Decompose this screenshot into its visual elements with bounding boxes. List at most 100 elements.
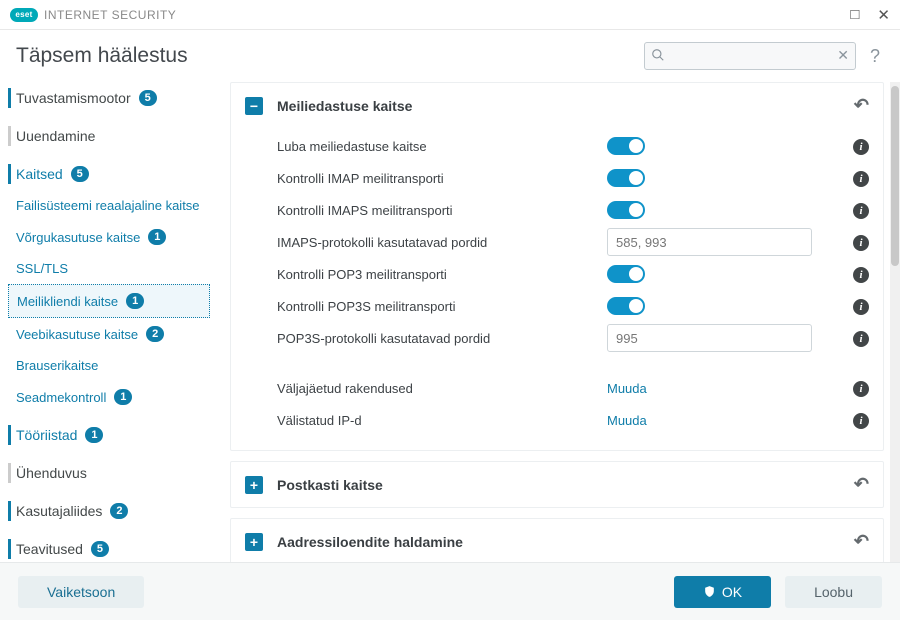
vertical-scrollbar[interactable] <box>890 82 900 594</box>
info-icon[interactable]: i <box>853 298 869 315</box>
sidebar-item-label: SSL/TLS <box>16 261 68 276</box>
collapse-icon[interactable]: − <box>245 97 263 115</box>
excluded-ips-link[interactable]: Muuda <box>607 413 647 428</box>
sidebar-item-network-protection[interactable]: Võrgukasutuse kaitse 1 <box>0 221 218 253</box>
clear-icon[interactable]: ✕ <box>837 47 849 64</box>
setting-check-imap: Kontrolli IMAP meilitransporti i <box>277 162 869 194</box>
setting-label: IMAPS-protokolli kasutatavad pordid <box>277 235 607 250</box>
window-close-icon[interactable]: ✕ <box>877 6 890 24</box>
sidebar-item-label: Veebikasutuse kaitse <box>16 327 138 342</box>
scrollbar-thumb[interactable] <box>891 86 899 266</box>
sidebar: Tuvastamismootor 5 Uuendamine Kaitsed 5 … <box>0 82 218 594</box>
sidebar-item-detection-engine[interactable]: Tuvastamismootor 5 <box>0 82 218 114</box>
panel-body: Luba meiliedastuse kaitse i Kontrolli IM… <box>231 128 883 450</box>
sidebar-item-notifications[interactable]: Teavitused 5 <box>0 533 218 565</box>
panel-header-mail-relay[interactable]: − Meiliedastuse kaitse ↶ <box>231 83 883 128</box>
reset-icon[interactable]: ↶ <box>854 474 869 495</box>
setting-pop3s-ports: POP3S-protokolli kasutatavad pordid i <box>277 322 869 354</box>
sidebar-item-ssl-tls[interactable]: SSL/TLS <box>0 253 218 284</box>
setting-label: Kontrolli IMAP meilitransporti <box>277 171 607 186</box>
badge: 5 <box>91 541 109 557</box>
window-maximize-icon[interactable]: □ <box>850 6 859 24</box>
content-area: − Meiliedastuse kaitse ↶ Luba meiliedast… <box>218 82 900 594</box>
setting-label: Väljajäetud rakendused <box>277 381 607 396</box>
setting-label: POP3S-protokolli kasutatavad pordid <box>277 331 607 346</box>
pop3s-ports-input[interactable] <box>607 324 812 352</box>
app-logo: eset INTERNET SECURITY <box>10 8 176 22</box>
setting-imaps-ports: IMAPS-protokolli kasutatavad pordid i <box>277 226 869 258</box>
shield-icon <box>703 585 716 598</box>
toggle-pop3[interactable] <box>607 265 645 283</box>
sidebar-item-label: Failisüsteemi reaalajaline kaitse <box>16 198 200 213</box>
title-bar: eset INTERNET SECURITY □ ✕ <box>0 0 900 30</box>
sidebar-item-label: Teavitused <box>16 541 83 557</box>
logo-text: INTERNET SECURITY <box>44 8 176 22</box>
info-icon[interactable]: i <box>853 202 869 219</box>
help-icon[interactable]: ? <box>870 46 880 67</box>
toggle-enable-mail[interactable] <box>607 137 645 155</box>
sidebar-item-label: Kaitsed <box>16 166 63 182</box>
reset-icon[interactable]: ↶ <box>854 95 869 116</box>
info-icon[interactable]: i <box>853 234 869 251</box>
info-icon[interactable]: i <box>853 412 869 429</box>
sidebar-item-browser-protection[interactable]: Brauserikaitse <box>0 350 218 381</box>
defaults-button[interactable]: Vaiketsoon <box>18 576 144 608</box>
search-wrap: ✕ <box>644 42 856 70</box>
ok-button[interactable]: OK <box>674 576 771 608</box>
reset-icon[interactable]: ↶ <box>854 531 869 552</box>
toggle-pop3s[interactable] <box>607 297 645 315</box>
setting-label: Kontrolli POP3S meilitransporti <box>277 299 607 314</box>
toggle-imap[interactable] <box>607 169 645 187</box>
expand-icon[interactable]: + <box>245 476 263 494</box>
badge: 1 <box>85 427 103 443</box>
sidebar-item-label: Ühenduvus <box>16 465 87 481</box>
logo-badge: eset <box>10 8 38 22</box>
sidebar-item-realtime-fs[interactable]: Failisüsteemi reaalajaline kaitse <box>0 190 218 221</box>
window-controls: □ ✕ <box>850 6 890 24</box>
info-icon[interactable]: i <box>853 330 869 347</box>
info-icon[interactable]: i <box>853 266 869 283</box>
info-icon[interactable]: i <box>853 170 869 187</box>
panel-mail-relay: − Meiliedastuse kaitse ↶ Luba meiliedast… <box>230 82 884 451</box>
info-icon[interactable]: i <box>853 380 869 397</box>
badge: 5 <box>139 90 157 106</box>
ok-button-label: OK <box>722 584 742 600</box>
sidebar-item-update[interactable]: Uuendamine <box>0 120 218 152</box>
setting-excluded-ips: Välistatud IP-d Muuda i <box>277 404 869 436</box>
cancel-button[interactable]: Loobu <box>785 576 882 608</box>
sidebar-item-protections[interactable]: Kaitsed 5 <box>0 158 218 190</box>
panel-mailbox: + Postkasti kaitse ↶ <box>230 461 884 508</box>
badge: 2 <box>110 503 128 519</box>
sidebar-item-device-control[interactable]: Seadmekontroll 1 <box>0 381 218 413</box>
panel-title: Aadressiloendite haldamine <box>277 534 463 550</box>
panel-header-address-lists[interactable]: + Aadressiloendite haldamine ↶ <box>231 519 883 564</box>
sidebar-item-label: Kasutajaliides <box>16 503 102 519</box>
page-title: Täpsem häälestus <box>16 44 188 68</box>
badge: 5 <box>71 166 89 182</box>
setting-label: Kontrolli POP3 meilitransporti <box>277 267 607 282</box>
search-icon <box>651 48 665 65</box>
setting-check-pop3s: Kontrolli POP3S meilitransporti i <box>277 290 869 322</box>
setting-check-pop3: Kontrolli POP3 meilitransporti i <box>277 258 869 290</box>
expand-icon[interactable]: + <box>245 533 263 551</box>
sidebar-item-connectivity[interactable]: Ühenduvus <box>0 457 218 489</box>
sidebar-item-mail-client-protection[interactable]: Meilikliendi kaitse 1 <box>8 284 210 318</box>
sidebar-item-tools[interactable]: Tööriistad 1 <box>0 419 218 451</box>
panel-title: Meiliedastuse kaitse <box>277 98 412 114</box>
sidebar-item-web-protection[interactable]: Veebikasutuse kaitse 2 <box>0 318 218 350</box>
panel-header-mailbox[interactable]: + Postkasti kaitse ↶ <box>231 462 883 507</box>
panel-address-lists: + Aadressiloendite haldamine ↶ <box>230 518 884 565</box>
toggle-imaps[interactable] <box>607 201 645 219</box>
setting-label: Luba meiliedastuse kaitse <box>277 139 607 154</box>
info-icon[interactable]: i <box>853 138 869 155</box>
setting-label: Välistatud IP-d <box>277 413 607 428</box>
imaps-ports-input[interactable] <box>607 228 812 256</box>
search-input[interactable] <box>644 42 856 70</box>
sidebar-item-label: Meilikliendi kaitse <box>17 294 118 309</box>
content-scroll[interactable]: − Meiliedastuse kaitse ↶ Luba meiliedast… <box>218 82 890 594</box>
sidebar-item-label: Võrgukasutuse kaitse <box>16 230 140 245</box>
page-header: Täpsem häälestus ✕ ? <box>0 30 900 82</box>
excluded-apps-link[interactable]: Muuda <box>607 381 647 396</box>
badge: 1 <box>148 229 166 245</box>
sidebar-item-ui[interactable]: Kasutajaliides 2 <box>0 495 218 527</box>
